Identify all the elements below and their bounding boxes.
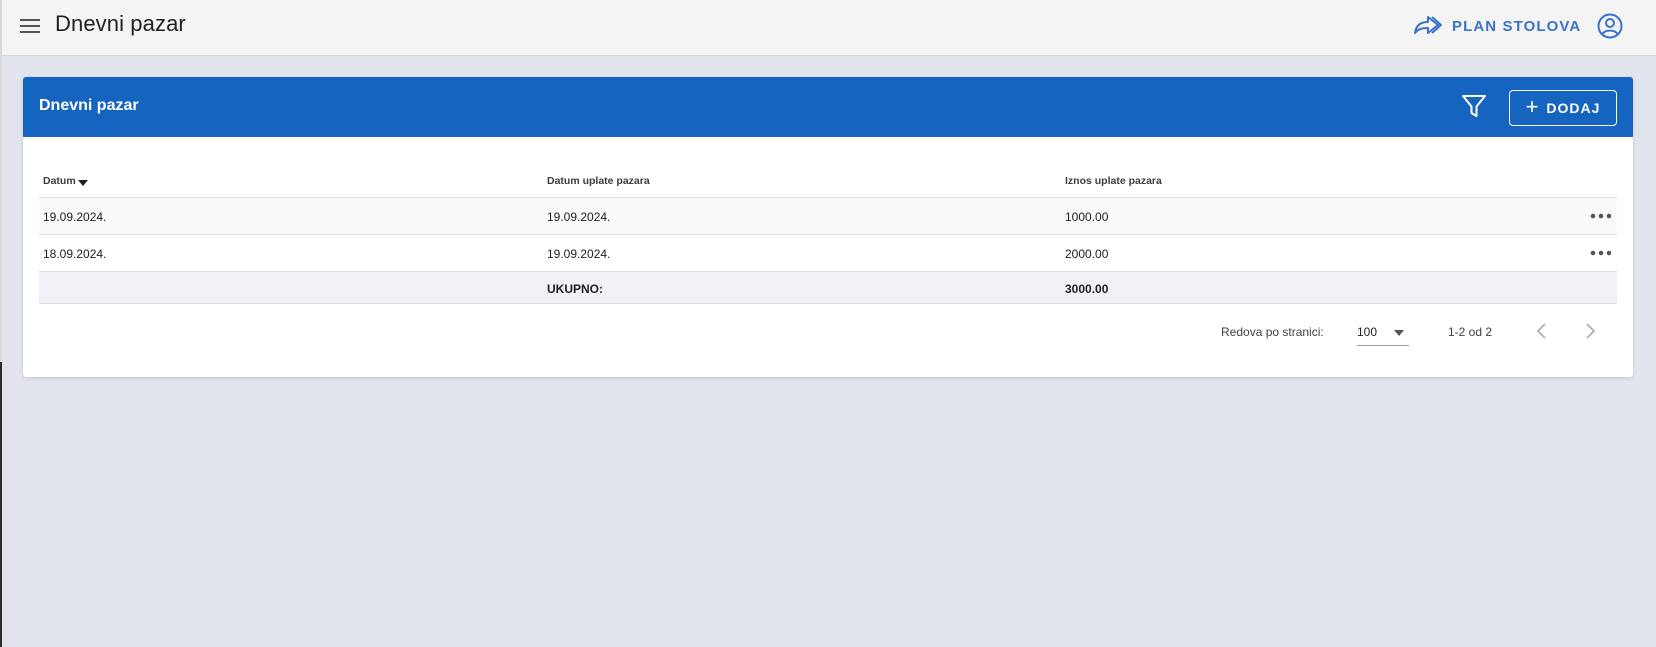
card-title: Dnevni pazar [39,97,139,114]
more-horizontal-icon[interactable] [1589,248,1613,258]
rows-per-page-value: 100 [1357,325,1378,339]
plan-stolova-button[interactable]: PLAN STOLOVA [1412,10,1587,42]
more-horizontal-icon[interactable] [1589,211,1613,221]
cell-iznos: 2000.00 [1065,247,1109,261]
caret-down-icon [1394,330,1404,336]
table-row[interactable]: 19.09.2024. 19.09.2024. 1000.00 [39,198,1617,235]
cell-datum-uplate: 19.09.2024. [547,247,611,261]
chevron-left-icon[interactable] [1532,320,1552,342]
column-header-datum-label: Datum [43,175,76,187]
table-header-row: Datum Datum uplate pazara Iznos uplate p… [39,164,1617,198]
cell-datum: 19.09.2024. [43,210,107,224]
menu-icon[interactable] [18,14,42,38]
share-forward-icon [1414,16,1442,34]
cell-iznos: 1000.00 [1065,210,1109,224]
account-circle-icon[interactable] [1596,12,1624,40]
column-header-iznos-uplate[interactable]: Iznos uplate pazara [1065,175,1162,187]
total-label: UKUPNO: [547,282,603,296]
table-total-row: UKUPNO: 3000.00 [39,272,1617,304]
sort-down-icon[interactable] [77,177,89,187]
card-header: Dnevni pazar + DODAJ [23,77,1633,137]
total-value: 3000.00 [1065,282,1109,296]
add-button-label: DODAJ [1546,100,1601,116]
cell-datum: 18.09.2024. [43,247,107,261]
rows-per-page-label: Redova po stranici: [1221,325,1324,339]
plan-stolova-label: PLAN STOLOVA [1452,17,1582,35]
chevron-right-icon[interactable] [1580,320,1600,342]
filter-icon[interactable] [1459,91,1489,121]
column-header-datum[interactable]: Datum [43,175,89,187]
column-header-datum-uplate[interactable]: Datum uplate pazara [547,175,650,187]
table-row[interactable]: 18.09.2024. 19.09.2024. 2000.00 [39,235,1617,272]
pagination-range: 1-2 od 2 [1448,325,1493,339]
add-button[interactable]: + DODAJ [1509,90,1617,126]
cell-datum-uplate: 19.09.2024. [547,210,611,224]
top-app-bar: Dnevni pazar PLAN STOLOVA [2,0,1656,56]
rows-per-page-select[interactable]: 100 [1357,318,1409,346]
page-title: Dnevni pazar [55,11,186,36]
plus-icon: + [1525,94,1539,119]
